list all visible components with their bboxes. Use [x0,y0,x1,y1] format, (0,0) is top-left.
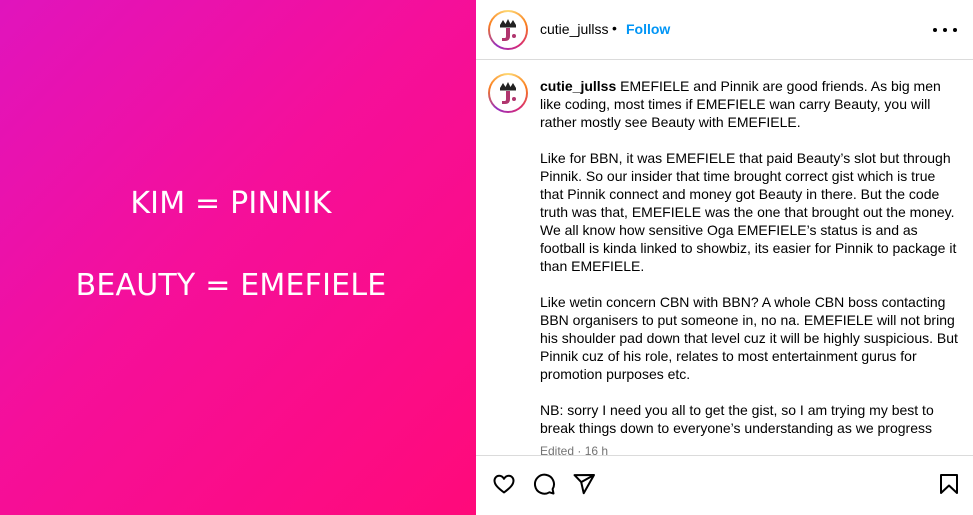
media-text-line-1: KIM = PINNIK [130,186,332,221]
caption-paragraph-4: NB: sorry I need you all to get the gist… [540,402,934,436]
post-details-panel: cutie_jullss • Follow cutie_jullss EMEFI… [476,0,973,515]
heart-icon[interactable] [492,472,516,496]
edited-timestamp: Edited · 16 h [540,444,609,455]
separator-dot: • [612,20,617,36]
post-media[interactable]: KIM = PINNIK BEAUTY = EMEFIELE [0,0,476,515]
bookmark-icon[interactable] [937,472,961,496]
caption-paragraph-3: Like wetin concern CBN with BBN? A whole… [540,294,958,382]
post-caption: cutie_jullss EMEFIELE and Pinnik are goo… [540,77,960,455]
caption-scroll-area[interactable]: cutie_jullss EMEFIELE and Pinnik are goo… [476,61,973,455]
media-text-line-2: BEAUTY = EMEFIELE [75,268,387,303]
comment-icon[interactable] [532,472,556,496]
more-horizontal-icon[interactable] [933,20,957,40]
post-header: cutie_jullss • Follow [476,0,973,60]
header-avatar[interactable] [488,10,528,50]
follow-button[interactable]: Follow [626,21,670,37]
crown-logo-icon [493,15,523,45]
action-bar [476,455,973,515]
caption-avatar[interactable] [488,73,528,113]
caption-paragraph-2: Like for BBN, it was EMEFIELE that paid … [540,150,957,274]
caption-username[interactable]: cutie_jullss [540,78,616,94]
share-icon[interactable] [572,472,596,496]
caption-paragraph-1: cutie_jullss EMEFIELE and Pinnik are goo… [540,77,960,131]
header-username[interactable]: cutie_jullss [540,21,608,37]
crown-logo-icon [493,78,523,108]
